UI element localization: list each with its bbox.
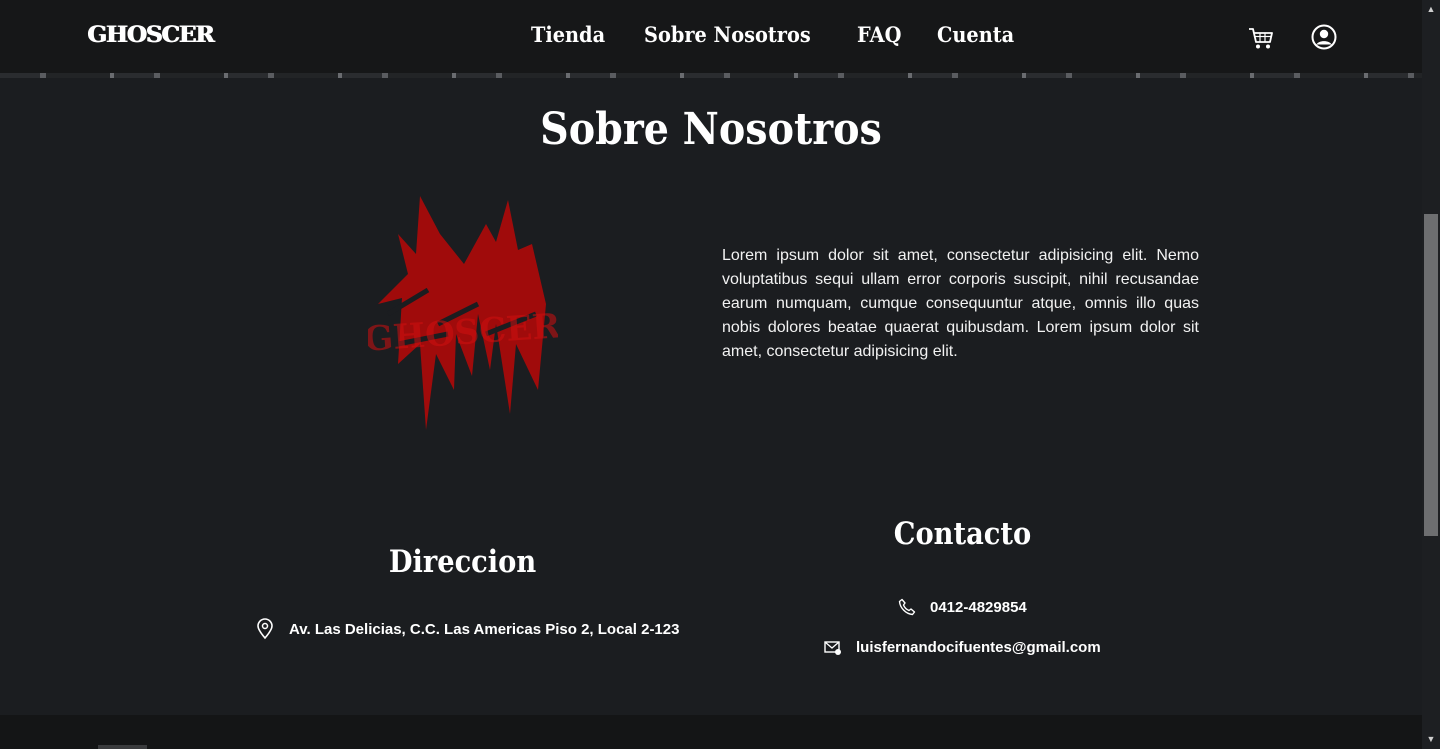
nav-link-cuenta[interactable]: Cuenta	[937, 22, 1014, 47]
nav-link-sobre-nosotros[interactable]: Sobre Nosotros	[644, 22, 811, 47]
footer-band	[0, 715, 1422, 749]
page-title: Sobre Nosotros	[540, 104, 882, 155]
phone-row: 0412-4829854	[898, 598, 1027, 616]
address-text: Av. Las Delicias, C.C. Las Americas Piso…	[289, 620, 680, 638]
phone-text[interactable]: 0412-4829854	[930, 599, 1027, 616]
user-circle-icon[interactable]	[1310, 23, 1338, 51]
contacto-title: Contacto	[893, 516, 1032, 552]
ghoscer-logo-icon: GHOSCER	[368, 196, 558, 430]
location-pin-icon	[257, 618, 273, 640]
scrollbar-thumb[interactable]	[1424, 214, 1438, 536]
nav-bottom-strip	[0, 73, 1422, 78]
scroll-up-arrow-icon[interactable]: ▲	[1424, 4, 1438, 14]
nav-link-tienda[interactable]: Tienda	[531, 22, 605, 47]
brand-logo[interactable]: GHOSCER	[87, 22, 214, 48]
about-paragraph: Lorem ipsum dolor sit amet, consectetur …	[722, 247, 1199, 360]
nav-link-faq[interactable]: FAQ	[857, 22, 901, 47]
nav-links: Tienda Sobre Nosotros FAQ Cuenta	[531, 22, 1053, 47]
email-text[interactable]: luisfernandocifuentes@gmail.com	[856, 639, 1101, 656]
navbar: GHOSCER Tienda Sobre Nosotros FAQ Cuenta	[0, 0, 1440, 76]
cart-icon[interactable]	[1247, 24, 1275, 52]
direccion-title: Direccion	[388, 544, 537, 580]
email-row: luisfernandocifuentes@gmail.com	[824, 639, 1101, 656]
phone-icon	[898, 598, 916, 616]
footer-tab	[98, 745, 147, 749]
mail-icon	[824, 640, 841, 655]
scroll-down-arrow-icon[interactable]: ▼	[1424, 734, 1438, 744]
address-row: Av. Las Delicias, C.C. Las Americas Piso…	[255, 618, 679, 640]
